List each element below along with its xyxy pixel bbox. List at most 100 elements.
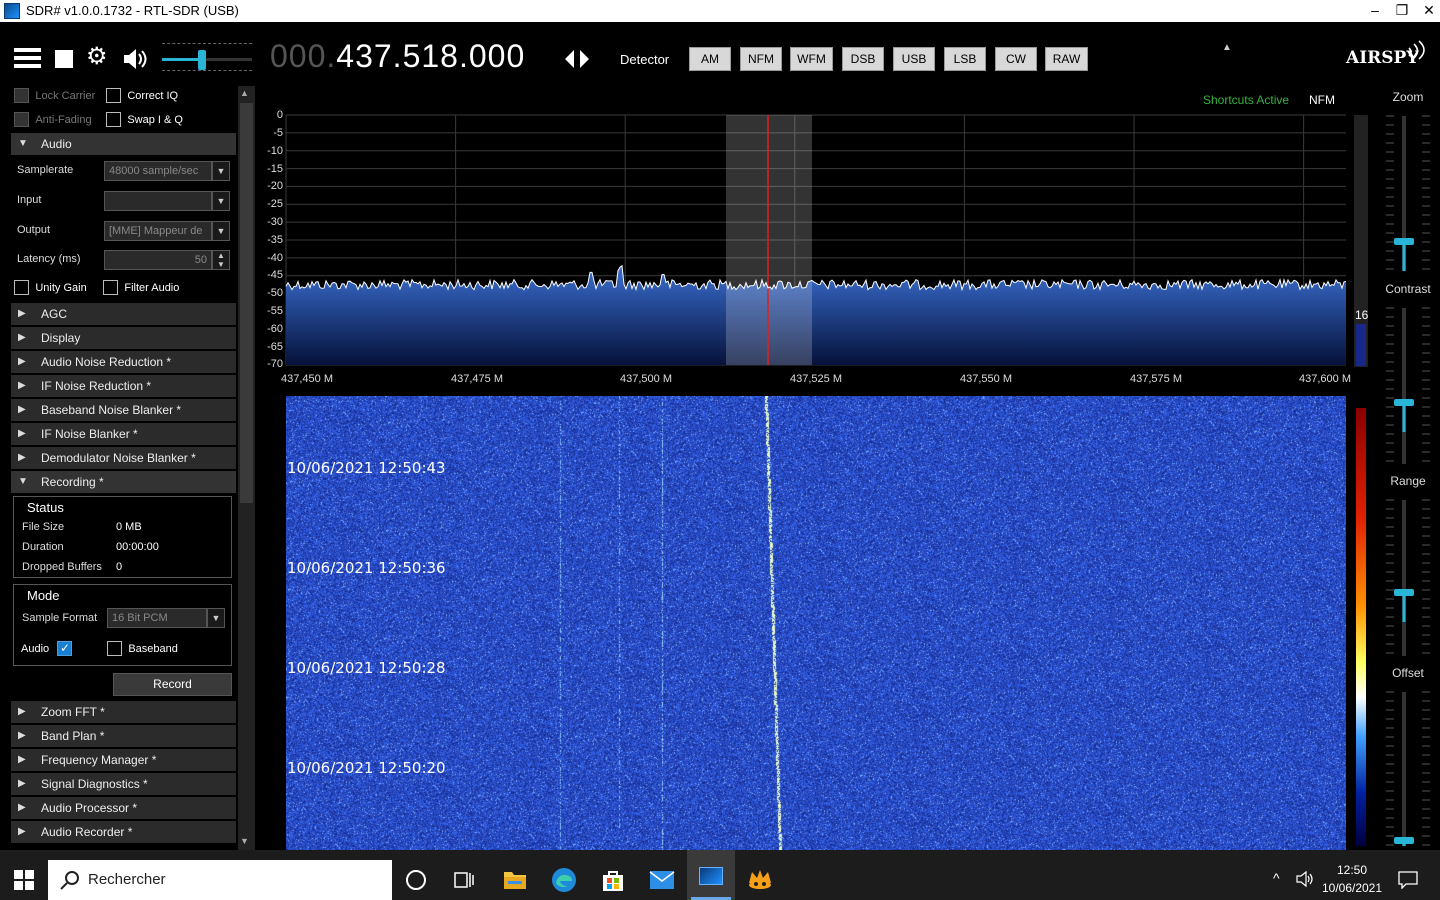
mode-lsb-button[interactable]: LSB [944, 47, 986, 71]
task-view-icon[interactable] [454, 870, 474, 893]
duration-label: Duration [22, 541, 64, 553]
waterfall-timestamp: 10/06/2021 12:50:43 [287, 459, 446, 477]
lock-carrier-checkbox[interactable]: Lock Carrier [14, 88, 95, 104]
mode-nfm-button[interactable]: NFM [740, 47, 782, 71]
sdrsharp-app-icon [699, 867, 723, 885]
anti-fading-checkbox[interactable]: Anti-Fading [14, 112, 92, 128]
unity-gain-checkbox[interactable]: Unity Gain [14, 280, 87, 296]
stop-icon[interactable] [55, 50, 73, 68]
baseband-checkbox[interactable]: Baseband [107, 641, 178, 657]
mail-icon[interactable] [649, 869, 675, 894]
store-icon[interactable] [600, 867, 626, 896]
latency-spinner-icon[interactable]: ▲ ▼ [212, 250, 230, 270]
close-button[interactable]: ✕ [1414, 0, 1440, 22]
file-size-label: File Size [22, 521, 65, 533]
taskbar-search-input[interactable]: Rechercher [48, 860, 392, 900]
section-display[interactable]: ▶ Display [11, 327, 236, 349]
cortana-icon[interactable] [406, 870, 426, 890]
section-signal-diagnostics[interactable]: ▶ Signal Diagnostics * [11, 773, 236, 795]
right-sliders[interactable] [1376, 86, 1440, 850]
section-frequency-manager[interactable]: ▶ Frequency Manager * [11, 749, 236, 771]
collapsed-triangle-icon: ▶ [18, 754, 26, 765]
swap-iq-checkbox[interactable]: Swap I & Q [106, 112, 183, 128]
edge-browser-icon[interactable] [551, 867, 577, 896]
scroll-down-icon[interactable]: ▼ [240, 836, 249, 846]
clock-time[interactable]: 12:50 [1322, 863, 1382, 877]
spectrum-side-value: 16 [1355, 308, 1369, 322]
clock-date[interactable]: 10/06/2021 [1318, 881, 1386, 895]
volume-tray-icon[interactable] [1296, 870, 1314, 891]
output-select[interactable]: [MME] Mappeur de [104, 221, 212, 241]
section-baseband-noise-blanker[interactable]: ▶ Baseband Noise Blanker * [11, 399, 236, 421]
audio-record-checkbox[interactable]: Audio ✓ [21, 641, 73, 657]
collapsed-triangle-icon: ▶ [18, 778, 26, 789]
filter-bandwidth-band [726, 115, 812, 365]
mode-usb-button[interactable]: USB [893, 47, 935, 71]
frequency-display[interactable]: 000.437.518.000 [270, 38, 525, 75]
mode-dsb-button[interactable]: DSB [842, 47, 884, 71]
mode-raw-button[interactable]: RAW [1045, 47, 1088, 71]
gear-icon[interactable]: ⚙ [86, 42, 108, 71]
unity-gain-box[interactable] [14, 280, 29, 296]
input-dropdown-icon[interactable]: ▼ [212, 191, 230, 211]
section-audio-noise-reduction[interactable]: ▶ Audio Noise Reduction * [11, 351, 236, 373]
sdrsharp-taskbar-button[interactable] [687, 850, 735, 900]
swap-iq-label: Swap I & Q [127, 114, 183, 126]
section-demodulator-noise-blanker[interactable]: ▶ Demodulator Noise Blanker * [11, 447, 236, 469]
baseband-box[interactable] [107, 641, 122, 657]
section-baseband-noise-blanker-label: Baseband Noise Blanker * [41, 403, 182, 417]
section-if-noise-blanker[interactable]: ▶ IF Noise Blanker * [11, 423, 236, 445]
collapse-toolbar-icon[interactable]: ▲ [1222, 42, 1232, 53]
record-button[interactable]: Record [113, 673, 232, 696]
sample-format-dropdown-icon[interactable]: ▼ [207, 608, 225, 628]
samplerate-dropdown-icon[interactable]: ▼ [212, 161, 230, 181]
restore-button[interactable]: ❐ [1387, 0, 1417, 22]
y-tick: -65 [267, 341, 283, 353]
correct-iq-box[interactable] [106, 88, 121, 104]
section-band-plan[interactable]: ▶ Band Plan * [11, 725, 236, 747]
section-audio-recorder[interactable]: ▶ Audio Recorder * [11, 821, 236, 843]
volume-slider[interactable] [162, 40, 252, 78]
section-audio-processor-label: Audio Processor * [41, 801, 138, 815]
input-select[interactable] [104, 191, 212, 211]
mode-am-button[interactable]: AM [689, 47, 731, 71]
checkmark-icon[interactable]: ✓ [57, 641, 73, 657]
lock-carrier-box[interactable] [14, 88, 29, 104]
filter-audio-checkbox[interactable]: Filter Audio [103, 280, 179, 296]
detector-label: Detector [620, 52, 670, 67]
section-recording-header[interactable]: ▼ Recording * [11, 471, 236, 493]
zoom-label: Zoom [1392, 90, 1424, 104]
mode-cw-button[interactable]: CW [995, 47, 1037, 71]
status-title: Status [27, 500, 64, 515]
spectrum-plot[interactable] [257, 86, 1375, 392]
spectrum-side-level [1356, 324, 1366, 366]
section-agc[interactable]: ▶ AGC [11, 303, 236, 325]
show-hidden-icons-icon[interactable]: ^ [1273, 870, 1280, 886]
scroll-up-icon[interactable]: ▲ [240, 88, 249, 98]
latency-input[interactable]: 50 [104, 250, 212, 270]
filter-audio-box[interactable] [103, 280, 118, 296]
section-if-noise-reduction[interactable]: ▶ IF Noise Reduction * [11, 375, 236, 397]
sample-format-select[interactable]: 16 Bit PCM [107, 608, 207, 628]
windows-start-icon[interactable] [14, 870, 34, 893]
app-icon [4, 3, 20, 19]
section-audio-processor[interactable]: ▶ Audio Processor * [11, 797, 236, 819]
samplerate-select[interactable]: 48000 sample/sec [104, 161, 212, 181]
anti-fading-box[interactable] [14, 112, 29, 128]
crown-app-icon[interactable] [747, 867, 773, 894]
tune-arrows-icon[interactable] [563, 48, 591, 73]
menu-icon[interactable] [14, 45, 41, 71]
file-explorer-icon[interactable] [503, 869, 527, 894]
y-tick: -55 [267, 305, 283, 317]
scroll-thumb[interactable] [240, 103, 253, 503]
notifications-icon[interactable] [1398, 871, 1418, 892]
minimize-button[interactable]: – [1360, 0, 1390, 22]
speaker-icon[interactable] [122, 46, 150, 75]
section-zoom-fft[interactable]: ▶ Zoom FFT * [11, 701, 236, 723]
section-audio-header[interactable]: ▼ Audio [11, 133, 236, 155]
spectrum-panel[interactable] [257, 86, 1375, 392]
output-dropdown-icon[interactable]: ▼ [212, 221, 230, 241]
swap-iq-box[interactable] [106, 112, 121, 128]
correct-iq-checkbox[interactable]: Correct IQ [106, 88, 178, 104]
mode-wfm-button[interactable]: WFM [790, 47, 833, 71]
